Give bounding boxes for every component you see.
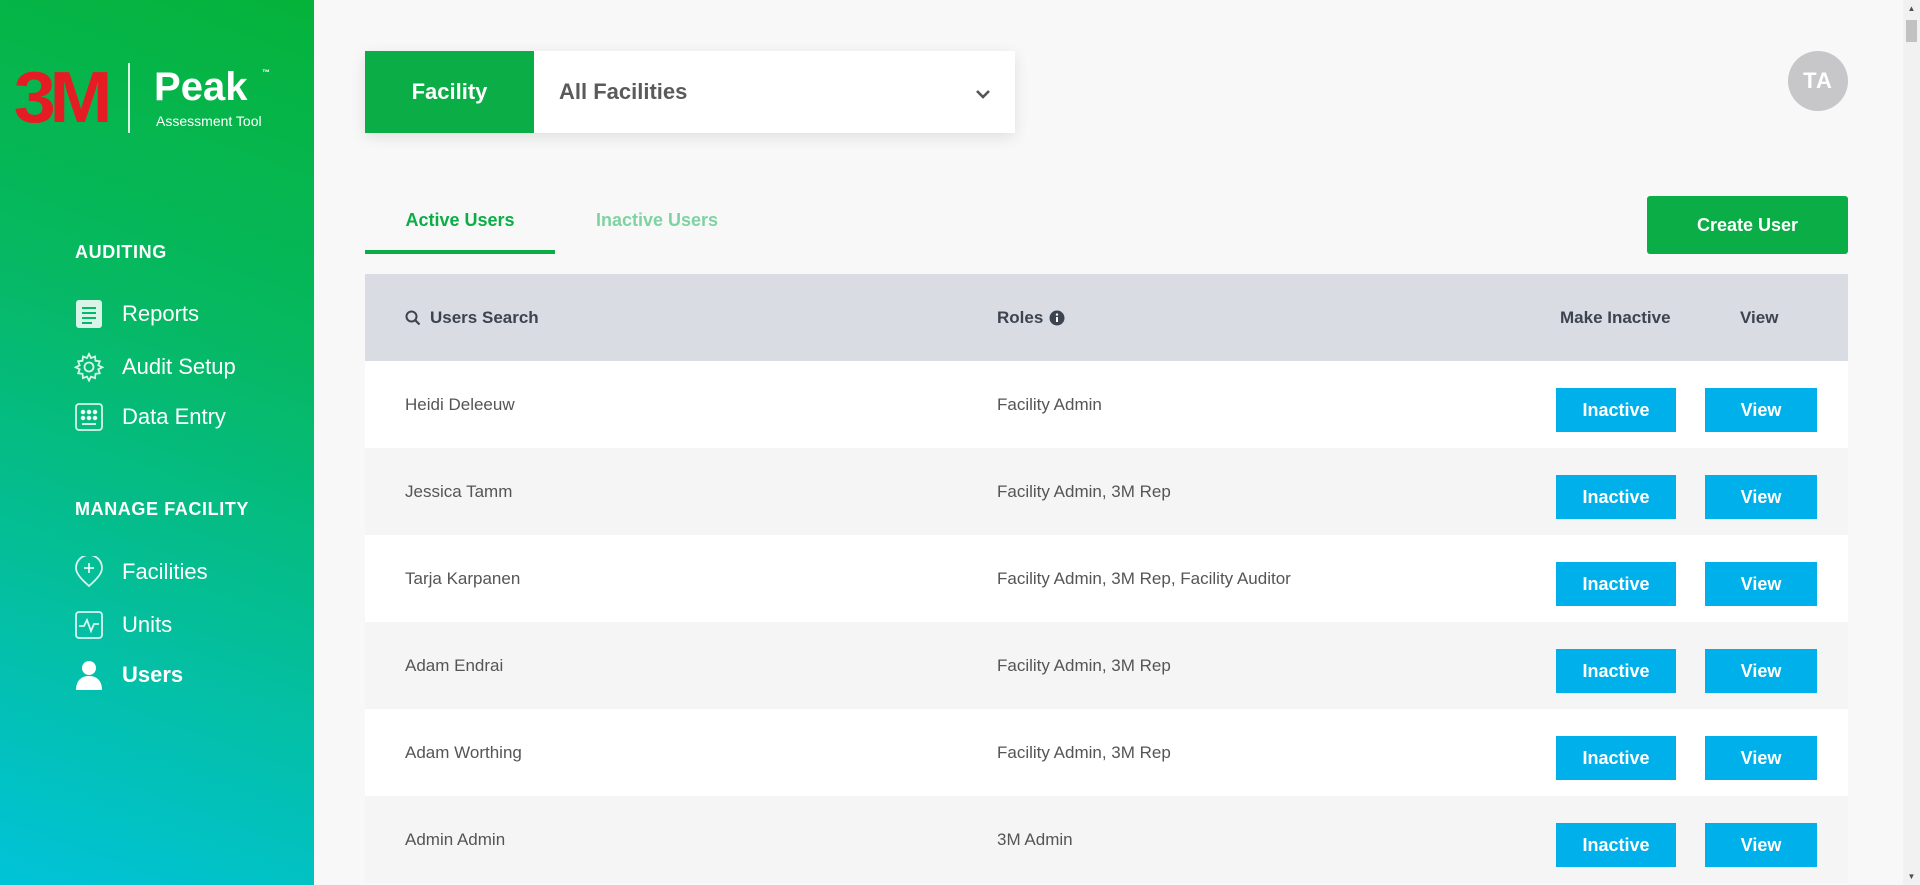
view-button[interactable]: View (1705, 823, 1817, 867)
sidebar-item-units[interactable]: Units (74, 610, 172, 640)
user-roles: Facility Admin, 3M Rep (997, 655, 1171, 675)
scrollbar-thumb[interactable] (1906, 20, 1917, 42)
user-roles: 3M Admin (997, 829, 1073, 849)
search-icon (405, 310, 421, 326)
table-body: Heidi Deleeuw Facility Admin Inactive Vi… (365, 361, 1848, 883)
nav-section-manage-facility: MANAGE FACILITY (75, 499, 249, 519)
sidebar-item-label: Facilities (122, 559, 208, 584)
view-button[interactable]: View (1705, 649, 1817, 693)
inactive-button[interactable]: Inactive (1556, 475, 1676, 519)
facility-selector: Facility All Facilities (365, 51, 1015, 133)
user-name: Adam Worthing (405, 742, 522, 762)
facility-label: Facility (365, 51, 534, 133)
user-name: Heidi Deleeuw (405, 394, 515, 414)
info-icon[interactable] (1049, 310, 1065, 326)
scroll-down-arrow-icon[interactable]: ▼ (1903, 868, 1920, 885)
sidebar-item-label: Data Entry (122, 404, 226, 429)
inactive-button[interactable]: Inactive (1556, 823, 1676, 867)
user-name: Tarja Karpanen (405, 568, 521, 588)
gear-icon (74, 352, 104, 382)
create-user-button[interactable]: Create User (1647, 196, 1848, 254)
scroll-up-arrow-icon[interactable]: ▲ (1903, 0, 1920, 17)
sidebar-item-users[interactable]: Users (74, 660, 183, 690)
user-tabs: Active Users Inactive Users (365, 196, 759, 254)
table-row: Adam Endrai Facility Admin, 3M Rep Inact… (365, 622, 1848, 709)
sidebar: 3M Peak ™ Assessment Tool AUDITING Report… (0, 0, 314, 885)
brand-logo[interactable]: 3M Peak ™ Assessment Tool (13, 58, 271, 138)
user-roles: Facility Admin (997, 394, 1102, 414)
user-name: Adam Endrai (405, 655, 504, 675)
user-roles: Facility Admin, 3M Rep, Facility Auditor (997, 568, 1291, 588)
page-scrollbar[interactable]: ▲ ▼ (1903, 0, 1920, 885)
sidebar-item-label: Audit Setup (122, 354, 236, 379)
product-name: Peak ™ (154, 65, 271, 109)
sidebar-item-reports[interactable]: Reports (74, 299, 199, 329)
table-row: Tarja Karpanen Facility Admin, 3M Rep, F… (365, 535, 1848, 622)
sidebar-item-audit-setup[interactable]: Audit Setup (74, 352, 236, 382)
table-header: Users Search Roles Make Inactive View (365, 274, 1848, 361)
user-avatar[interactable]: TA (1788, 51, 1848, 111)
view-button[interactable]: View (1705, 388, 1817, 432)
sidebar-item-label: Reports (122, 301, 200, 326)
3m-logo: 3M (13, 58, 113, 138)
inactive-button[interactable]: Inactive (1556, 388, 1676, 432)
inactive-button[interactable]: Inactive (1556, 736, 1676, 780)
sidebar-item-label: Users (122, 662, 184, 687)
user-icon (74, 660, 104, 690)
inactive-button[interactable]: Inactive (1556, 562, 1676, 606)
facility-selected-value: All Facilities (559, 79, 688, 104)
keypad-icon (74, 402, 104, 432)
view-button[interactable]: View (1705, 562, 1817, 606)
user-roles: Facility Admin, 3M Rep (997, 742, 1171, 762)
users-search-label: Users Search (430, 307, 539, 327)
facility-dropdown[interactable]: All Facilities (534, 51, 1015, 133)
tab-active-users[interactable]: Active Users (365, 196, 555, 254)
table-row: Admin Admin 3M Admin Inactive View (365, 796, 1848, 883)
view-button[interactable]: View (1705, 736, 1817, 780)
report-icon (74, 299, 104, 329)
nav-section-auditing: AUDITING (75, 242, 167, 262)
view-button[interactable]: View (1705, 475, 1817, 519)
users-search[interactable]: Users Search (405, 274, 539, 361)
product-subtitle: Assessment Tool (156, 113, 262, 129)
user-roles: Facility Admin, 3M Rep (997, 481, 1171, 501)
user-name: Jessica Tamm (405, 481, 513, 501)
add-location-icon (74, 556, 104, 588)
brand-divider (128, 63, 131, 133)
sidebar-item-label: Units (122, 612, 173, 637)
users-table: Users Search Roles Make Inactive View He… (365, 274, 1848, 883)
roles-header: Roles (997, 274, 1065, 361)
sidebar-item-facilities[interactable]: Facilities (74, 556, 208, 588)
inactive-button[interactable]: Inactive (1556, 649, 1676, 693)
view-header: View (1740, 307, 1779, 327)
table-row: Jessica Tamm Facility Admin, 3M Rep Inac… (365, 448, 1848, 535)
sidebar-item-data-entry[interactable]: Data Entry (74, 402, 226, 432)
user-name: Admin Admin (405, 829, 506, 849)
tab-inactive-users[interactable]: Inactive Users (555, 196, 759, 254)
pulse-icon (74, 610, 104, 640)
table-row: Adam Worthing Facility Admin, 3M Rep Ina… (365, 709, 1848, 796)
chevron-down-icon (975, 79, 991, 105)
make-inactive-header: Make Inactive (1560, 307, 1671, 327)
table-row: Heidi Deleeuw Facility Admin Inactive Vi… (365, 361, 1848, 448)
